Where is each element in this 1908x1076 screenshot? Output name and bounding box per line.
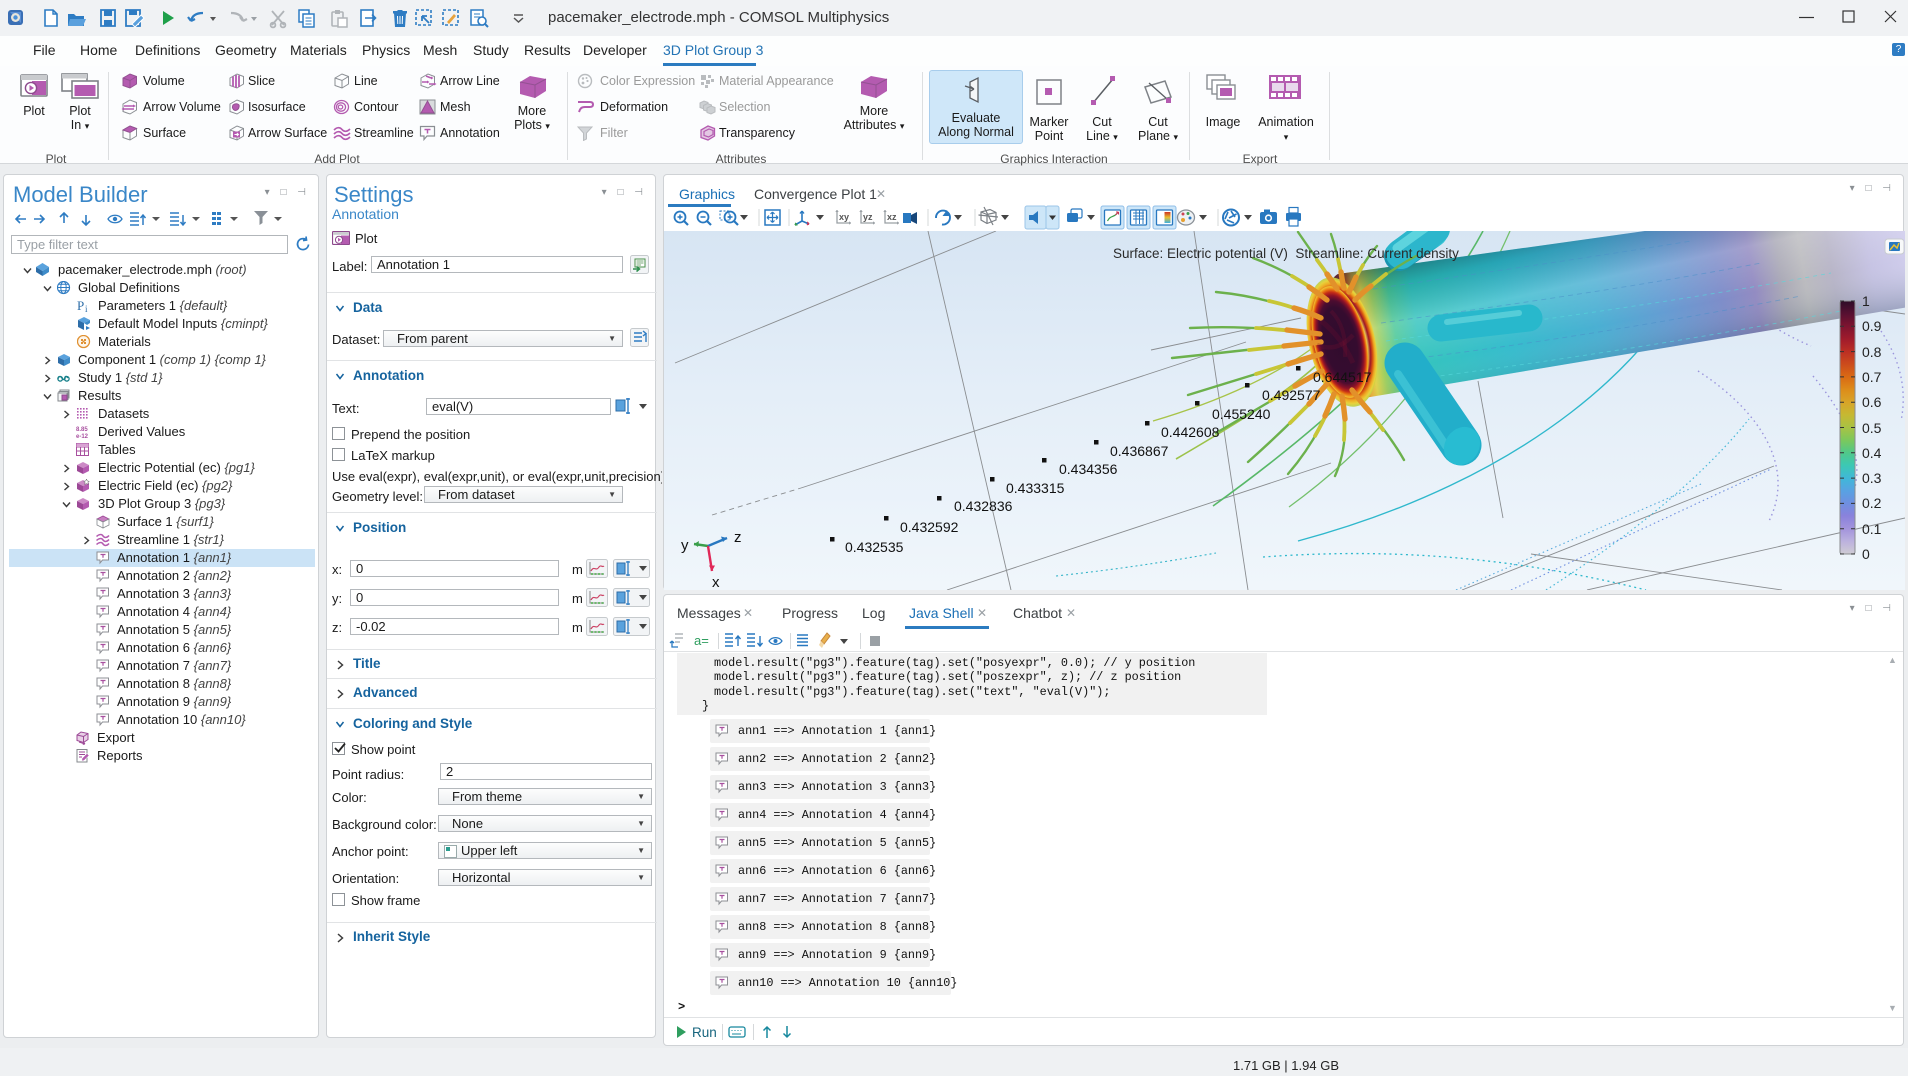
svg-text:Surface: Electric potential (V: Surface: Electric potential (V) Streamli… bbox=[1113, 246, 1459, 261]
svg-text:0.432836: 0.432836 bbox=[954, 498, 1013, 514]
svg-text:0.492577: 0.492577 bbox=[1262, 387, 1321, 403]
svg-text:0.433315: 0.433315 bbox=[1006, 480, 1065, 496]
svg-text:y: y bbox=[681, 537, 689, 554]
svg-text:0.1: 0.1 bbox=[1862, 521, 1882, 537]
svg-text:0.9: 0.9 bbox=[1862, 318, 1882, 334]
svg-text:xy: xy bbox=[839, 212, 849, 222]
svg-text:0.4: 0.4 bbox=[1862, 445, 1882, 461]
svg-text:0.432535: 0.432535 bbox=[845, 539, 904, 555]
svg-text:1: 1 bbox=[1862, 293, 1870, 309]
svg-text:0.442608: 0.442608 bbox=[1161, 424, 1220, 440]
svg-text:0.7: 0.7 bbox=[1862, 369, 1882, 385]
svg-text:0.8: 0.8 bbox=[1862, 344, 1882, 360]
svg-text:0: 0 bbox=[1862, 546, 1870, 562]
svg-text:x: x bbox=[712, 574, 720, 590]
svg-text:0.434356: 0.434356 bbox=[1059, 461, 1118, 477]
svg-text:0.6: 0.6 bbox=[1862, 394, 1882, 410]
svg-text:0.644517: 0.644517 bbox=[1313, 369, 1372, 385]
svg-text:0.5: 0.5 bbox=[1862, 420, 1882, 436]
svg-text:0.3: 0.3 bbox=[1862, 470, 1882, 486]
svg-text:z: z bbox=[734, 529, 742, 546]
svg-text:0.436867: 0.436867 bbox=[1110, 443, 1169, 459]
svg-text:a=: a= bbox=[694, 633, 709, 648]
svg-text:0.432592: 0.432592 bbox=[900, 519, 959, 535]
svg-text:xz: xz bbox=[887, 212, 897, 222]
svg-text:Run: Run bbox=[692, 1025, 717, 1040]
svg-text:0.2: 0.2 bbox=[1862, 495, 1882, 511]
svg-text:0.455240: 0.455240 bbox=[1212, 406, 1271, 422]
svg-text:yz: yz bbox=[863, 212, 873, 222]
